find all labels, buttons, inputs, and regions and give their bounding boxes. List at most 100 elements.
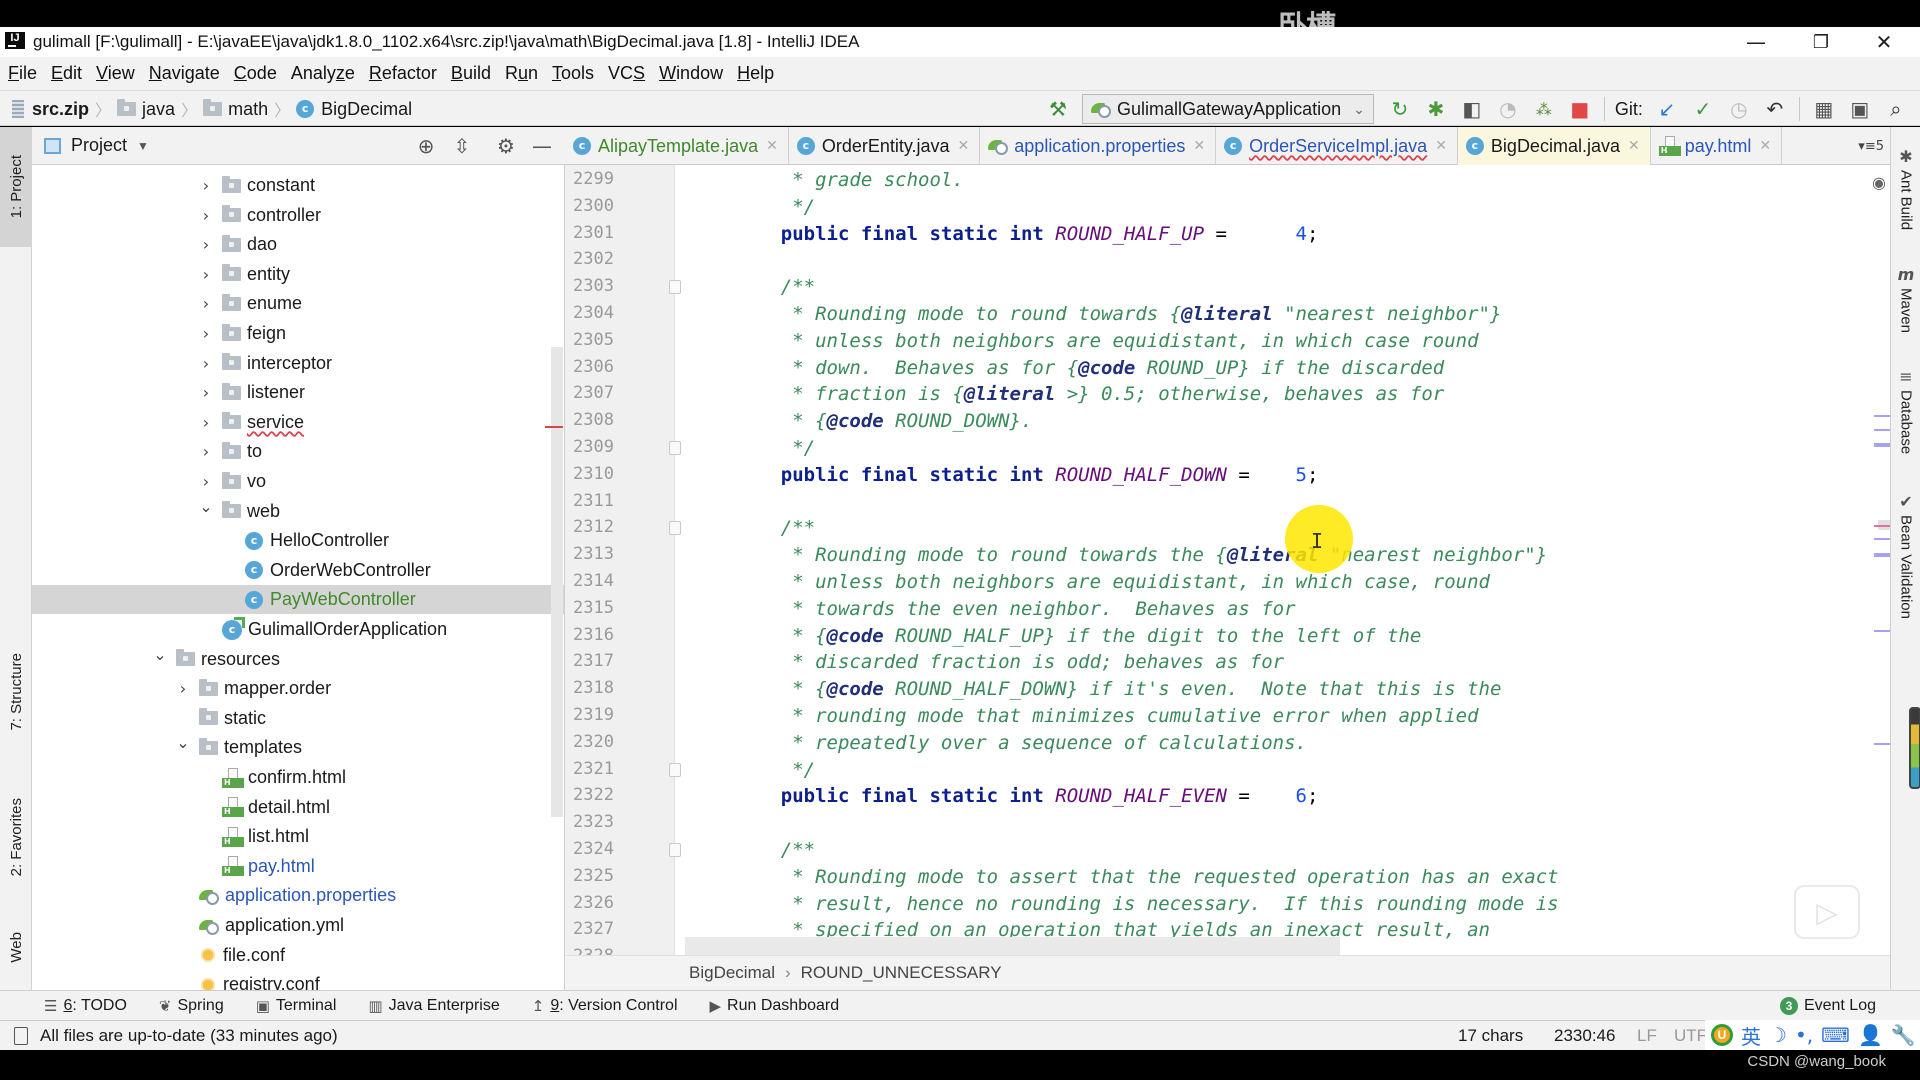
menu-item-navigate[interactable]: Navigate [149,63,220,84]
close-button[interactable]: ✕ [1854,27,1914,57]
chevron-right-icon[interactable]: › [196,176,216,195]
chevron-right-icon[interactable]: › [196,206,216,225]
chevron-right-icon[interactable]: › [196,324,216,343]
tab-pay-html[interactable]: pay.html ✕ [1651,127,1783,165]
chevron-right-icon[interactable]: › [196,354,216,373]
run-with-coverage-icon[interactable]: ◧ [1454,91,1490,127]
tree-item-constant[interactable]: › constant [32,171,564,200]
ime-user-icon[interactable]: 👤 [1858,1023,1883,1047]
chevron-right-icon[interactable]: › [196,442,216,461]
close-tab-icon[interactable]: ✕ [1759,138,1771,154]
menu-item-edit[interactable]: Edit [51,63,82,84]
chevron-right-icon[interactable]: › [173,679,193,698]
menu-item-window[interactable]: Window [659,63,723,84]
chevron-right-icon[interactable]: › [196,413,216,432]
breadcrumb-item-java[interactable]: java [117,99,175,120]
ime-punctuation-icon[interactable]: •, [1795,1023,1813,1047]
search-icon[interactable]: ⌕ [1878,91,1914,127]
tree-item-resources[interactable]: ⌄ resources [32,645,564,674]
menu-item-file[interactable]: File [8,63,37,84]
project-structure-icon[interactable]: ▦ [1806,91,1842,127]
tool-window-spring[interactable]: ❦ Spring [159,997,224,1015]
gear-icon[interactable]: ⚙ [490,127,522,165]
restore-button[interactable]: ❐ [1791,27,1851,57]
tree-item-hellocontroller[interactable]: ›cHelloController [32,526,564,555]
tool-window-java-enterprise[interactable]: ▥ Java Enterprise [368,997,499,1015]
tree-item-entity[interactable]: › entity [32,260,564,289]
breadcrumb-item-src-zip[interactable]: src.zip [12,99,89,120]
chevron-right-icon[interactable]: › [196,294,216,313]
line-separator[interactable]: LF [1637,1021,1657,1051]
git-update-icon[interactable]: ↙ [1649,91,1685,127]
tool-window-run-dashboard[interactable]: ▶ Run Dashboard [710,997,840,1015]
tree-item-gulimallorderapplication[interactable]: ›cGulimallOrderApplication [32,615,564,644]
stop-icon[interactable]: ■ [1562,91,1598,127]
ime-keyboard-icon[interactable]: ⌨ [1821,1023,1850,1047]
code-editor[interactable]: 2299 2300 2301 2302 2303 2304 2305 2306 2307 2308… [565,165,1890,955]
tree-item-application-properties[interactable]: ›application.properties [32,881,564,910]
tree-item-confirm-html[interactable]: ›confirm.html [32,763,564,792]
tree-item-paywebcontroller[interactable]: ›cPayWebController [32,585,564,615]
editor-breadcrumb-class[interactable]: BigDecimal [689,963,775,983]
close-tab-icon[interactable]: ✕ [1435,138,1447,154]
tree-item-web[interactable]: ⌄ web [32,497,564,526]
editor-breadcrumb-field[interactable]: ROUND_UNNECESSARY [801,963,1002,983]
tab-application-properties[interactable]: application.properties ✕ [980,127,1217,165]
tree-item-vo[interactable]: › vo [32,467,564,496]
tree-item-interceptor[interactable]: › interceptor [32,349,564,378]
event-log-button[interactable]: 3 Event Log [1779,991,1876,1021]
chevron-right-icon[interactable]: › [196,472,216,491]
tab-alipaytemplate-java[interactable]: c AlipayTemplate.java ✕ [565,127,789,165]
build-hammer-icon[interactable]: ⚒ [1040,91,1076,127]
tree-item-dao[interactable]: › dao [32,230,564,259]
fold-marker-icon[interactable] [669,280,681,295]
project-view-selector[interactable]: Project ▼ [44,135,149,156]
tree-item-orderwebcontroller[interactable]: ›cOrderWebController [32,556,564,585]
tool-window-6-todo[interactable]: ☰ 6: TODO [44,997,127,1015]
menu-item-run[interactable]: Run [505,63,538,84]
chevron-right-icon[interactable]: › [196,383,216,402]
tab-orderentity-java[interactable]: c OrderEntity.java ✕ [789,127,981,165]
menu-item-refactor[interactable]: Refactor [369,63,437,84]
minimize-button[interactable]: — [1726,27,1786,57]
fold-marker-icon[interactable] [669,521,681,536]
tool-window-terminal[interactable]: ▣ Terminal [256,997,337,1015]
fold-marker-icon[interactable] [669,441,681,455]
tool-tab-maven[interactable]: m Maven [1891,265,1920,333]
tabs-overflow-button[interactable]: ▾≡5 [1858,127,1884,165]
attach-debugger-icon[interactable]: ⁂ [1526,91,1562,127]
close-tab-icon[interactable]: ✕ [1628,138,1640,154]
tool-tab-structure[interactable]: 7: Structure [0,627,32,757]
reader-mode-eye-icon[interactable]: ◉ [1872,173,1890,192]
menu-item-view[interactable]: View [96,63,135,84]
tool-window-9-version-control[interactable]: ↥ 9: Version Control [532,997,678,1015]
menu-item-code[interactable]: Code [234,63,277,84]
tool-tab-favorites[interactable]: 2: Favorites [0,772,32,902]
menu-item-tools[interactable]: Tools [552,63,594,84]
tree-item-detail-html[interactable]: ›detail.html [32,793,564,822]
chevron-down-icon[interactable]: ⌄ [150,645,170,664]
debug-icon[interactable]: ✱ [1418,91,1454,127]
editor-error-stripe[interactable]: ◉ [1872,165,1890,955]
selection-count[interactable]: 17 chars [1458,1021,1523,1051]
close-tab-icon[interactable]: ✕ [766,138,778,154]
tree-item-listener[interactable]: › listener [32,378,564,407]
tree-item-list-html[interactable]: ›list.html [32,822,564,851]
rerun-icon[interactable]: ↻ [1382,91,1418,127]
close-tab-icon[interactable]: ✕ [958,138,970,154]
project-scrollbar[interactable] [551,347,563,817]
tree-item-mapper-order[interactable]: › mapper.order [32,674,564,703]
close-tab-icon[interactable]: ✕ [1193,138,1205,154]
tree-item-static[interactable]: ›static [32,704,564,733]
run-configuration-select[interactable]: GulimallGatewayApplication ⌄ [1082,94,1374,124]
tree-item-pay-html[interactable]: ›pay.html [32,852,564,881]
menu-item-build[interactable]: Build [451,63,491,84]
git-commit-icon[interactable]: ✓ [1685,91,1721,127]
breadcrumb-item-math[interactable]: math [203,99,268,120]
tool-tab-ant-build[interactable]: ✱ Ant Build [1891,147,1920,230]
fold-marker-icon[interactable] [669,843,681,857]
chevron-right-icon[interactable]: › [196,235,216,254]
ime-logo-icon[interactable]: U [1711,1024,1733,1046]
tree-item-file-conf[interactable]: ›file.conf [32,941,564,970]
tool-tab-bean-validation[interactable]: ✔ Bean Validation [1891,492,1920,619]
